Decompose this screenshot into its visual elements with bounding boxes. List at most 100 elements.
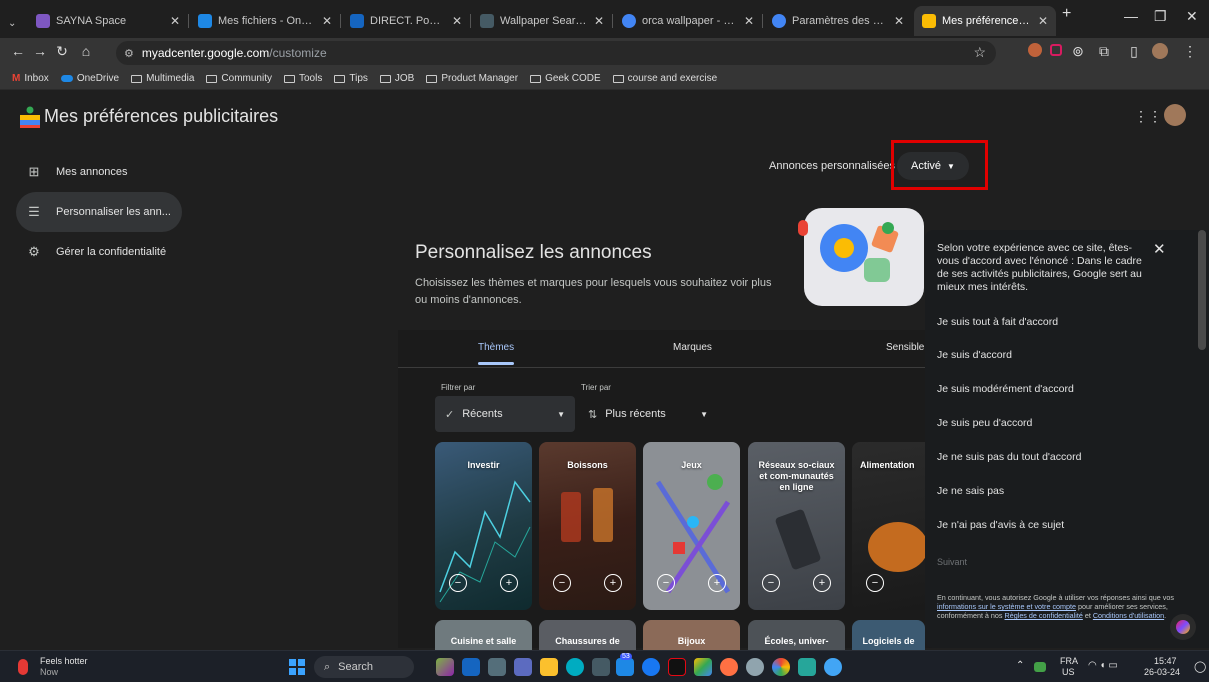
extensions-puzzle-icon[interactable]: ⧉ xyxy=(1094,43,1114,60)
home-icon[interactable]: ⌂ xyxy=(76,43,96,59)
account-avatar[interactable] xyxy=(1164,104,1186,126)
close-icon[interactable]: ✕ xyxy=(170,14,180,28)
settings-icon[interactable] xyxy=(746,658,764,676)
bookmark-folder[interactable]: JOB xyxy=(379,73,414,84)
topic-card-ecoles[interactable]: Écoles, univer- xyxy=(748,620,845,650)
less-ads-button[interactable]: − xyxy=(553,574,571,592)
side-panel-icon[interactable]: ▯ xyxy=(1124,43,1144,60)
close-icon[interactable]: ✕ xyxy=(322,14,332,28)
store-icon[interactable] xyxy=(592,658,610,676)
more-ads-button[interactable]: + xyxy=(604,574,622,592)
topic-card-jeux[interactable]: Jeux − + xyxy=(643,442,740,610)
sidebar-item-personnaliser[interactable]: ☰ Personnaliser les ann... xyxy=(16,192,182,232)
topic-card-alimentation[interactable]: Alimentation − xyxy=(852,442,925,610)
close-icon[interactable]: ✕ xyxy=(894,14,904,28)
topic-card-chaussures[interactable]: Chaussures de xyxy=(539,620,636,650)
site-info-icon[interactable]: ⚙ xyxy=(124,47,134,60)
survey-option[interactable]: Je suis modérément d'accord xyxy=(937,383,1074,395)
bookmark-folder[interactable]: Tips xyxy=(334,73,368,84)
minimize-icon[interactable]: — xyxy=(1124,8,1138,24)
language-indicator[interactable]: FRA xyxy=(1060,656,1078,666)
assistant-bubble[interactable] xyxy=(1170,614,1196,640)
file-explorer-icon[interactable] xyxy=(540,658,558,676)
tray-overflow-icon[interactable]: ⌃ xyxy=(1016,660,1024,671)
sidebar-item-mes-annonces[interactable]: ⊞ Mes annonces xyxy=(16,152,182,192)
tab-themes[interactable]: Thèmes xyxy=(478,342,514,353)
topic-card-reseaux[interactable]: Réseaux so-ciaux et com-munautés en lign… xyxy=(748,442,845,610)
taskbar-app-icon[interactable] xyxy=(488,658,506,676)
more-ads-button[interactable]: + xyxy=(813,574,831,592)
new-tab-button[interactable]: + xyxy=(1062,5,1071,23)
firefox-icon[interactable] xyxy=(720,658,738,676)
restore-icon[interactable]: ❐ xyxy=(1154,8,1167,25)
system-info-link[interactable]: informations sur le système et votre com… xyxy=(937,602,1076,611)
tab-4[interactable]: orca wallpaper - Recherch ✕ xyxy=(614,6,762,36)
bookmark-folder[interactable]: Multimedia xyxy=(131,73,194,84)
less-ads-button[interactable]: − xyxy=(449,574,467,592)
weather-title[interactable]: Feels hotter xyxy=(40,656,88,666)
bookmark-folder[interactable]: Tools xyxy=(284,73,322,84)
close-icon[interactable]: ✕ xyxy=(452,14,462,28)
topic-card-cuisine[interactable]: Cuisine et salle xyxy=(435,620,532,650)
notification-bell-icon[interactable]: ◯ xyxy=(1194,660,1206,673)
more-ads-button[interactable]: + xyxy=(500,574,518,592)
window-close-icon[interactable]: ✕ xyxy=(1186,8,1198,25)
windows-start-icon[interactable] xyxy=(289,659,305,675)
tab-marques[interactable]: Marques xyxy=(673,342,712,353)
back-arrow-icon[interactable]: ← xyxy=(8,43,28,59)
extension-icon[interactable] xyxy=(1025,43,1045,60)
extension-icon-3[interactable]: ⊚ xyxy=(1068,43,1088,60)
facebook-icon[interactable] xyxy=(642,658,660,676)
tab-3[interactable]: Wallpaper Search: orca - ✕ xyxy=(472,6,612,36)
tab-sensible[interactable]: Sensible xyxy=(886,342,924,353)
less-ads-button[interactable]: − xyxy=(762,574,780,592)
terms-link[interactable]: Conditions d'utilisation xyxy=(1093,611,1164,620)
less-ads-button[interactable]: − xyxy=(866,574,884,592)
bookmark-folder[interactable]: course and exercise xyxy=(612,73,717,84)
page-scrollbar[interactable] xyxy=(1198,230,1206,350)
survey-option[interactable]: Je suis d'accord xyxy=(937,349,1012,361)
bookmark-star-icon[interactable]: ☆ xyxy=(973,44,986,61)
forward-arrow-icon[interactable]: → xyxy=(30,43,50,59)
taskbar-app-icon[interactable] xyxy=(436,658,454,676)
extension-icon-2[interactable] xyxy=(1046,43,1066,59)
tab-2[interactable]: DIRECT. Pont effondré à B ✕ xyxy=(342,6,470,36)
topic-card-investir[interactable]: Investir − + xyxy=(435,442,532,610)
survey-option[interactable]: Je ne sais pas xyxy=(937,485,1004,497)
close-icon[interactable]: ✕ xyxy=(744,14,754,28)
profile-avatar[interactable] xyxy=(1150,43,1170,62)
less-ads-button[interactable]: − xyxy=(657,574,675,592)
taskbar-search[interactable]: ⌕ Search xyxy=(314,656,414,678)
more-ads-button[interactable]: + xyxy=(708,574,726,592)
bookmark-folder[interactable]: Geek CODE xyxy=(530,73,601,84)
sort-select[interactable]: ⇅ Plus récents ▼ xyxy=(578,396,718,432)
menu-kebab-icon[interactable]: ⋮ xyxy=(1180,43,1200,60)
mail-icon[interactable]: 53 xyxy=(616,653,634,676)
tab-6-active[interactable]: Mes préférences publicita ✕ xyxy=(914,6,1056,36)
clock-time[interactable]: 15:47 xyxy=(1154,656,1177,666)
tray-app-icon[interactable] xyxy=(1034,662,1046,672)
topic-card-logiciels[interactable]: Logiciels de xyxy=(852,620,925,650)
address-bar[interactable]: ⚙ myadcenter.google.com/customize ☆ xyxy=(116,41,996,65)
bookmark-onedrive[interactable]: OneDrive xyxy=(60,73,119,84)
survey-next-button[interactable]: Suivant xyxy=(937,557,967,567)
topic-card-boissons[interactable]: Boissons − + xyxy=(539,442,636,610)
survey-option[interactable]: Je suis tout à fait d'accord xyxy=(937,316,1058,328)
wifi-volume-battery-icons[interactable]: ◠ ◖ ▭ xyxy=(1088,660,1118,671)
close-icon[interactable]: ✕ xyxy=(1153,240,1166,258)
privacy-rules-link[interactable]: Règles de confidentialité xyxy=(1005,611,1083,620)
chrome-icon[interactable] xyxy=(772,658,790,676)
tab-0[interactable]: SAYNA Space ✕ xyxy=(28,6,188,36)
netflix-icon[interactable] xyxy=(668,658,686,676)
bookmark-folder[interactable]: Product Manager xyxy=(426,73,518,84)
drive-icon[interactable] xyxy=(694,658,712,676)
taskbar-app-icon[interactable] xyxy=(824,658,842,676)
reload-icon[interactable]: ↻ xyxy=(52,43,72,60)
taskbar-app-icon[interactable] xyxy=(798,658,816,676)
topic-card-bijoux[interactable]: Bijoux xyxy=(643,620,740,650)
close-icon[interactable]: ✕ xyxy=(594,14,604,28)
bookmark-folder[interactable]: Community xyxy=(206,73,272,84)
filter-select[interactable]: ✓ Récents ▼ xyxy=(435,396,575,432)
tab-1[interactable]: Mes fichiers - OneDrive ✕ xyxy=(190,6,340,36)
taskbar-app-icon[interactable] xyxy=(462,658,480,676)
